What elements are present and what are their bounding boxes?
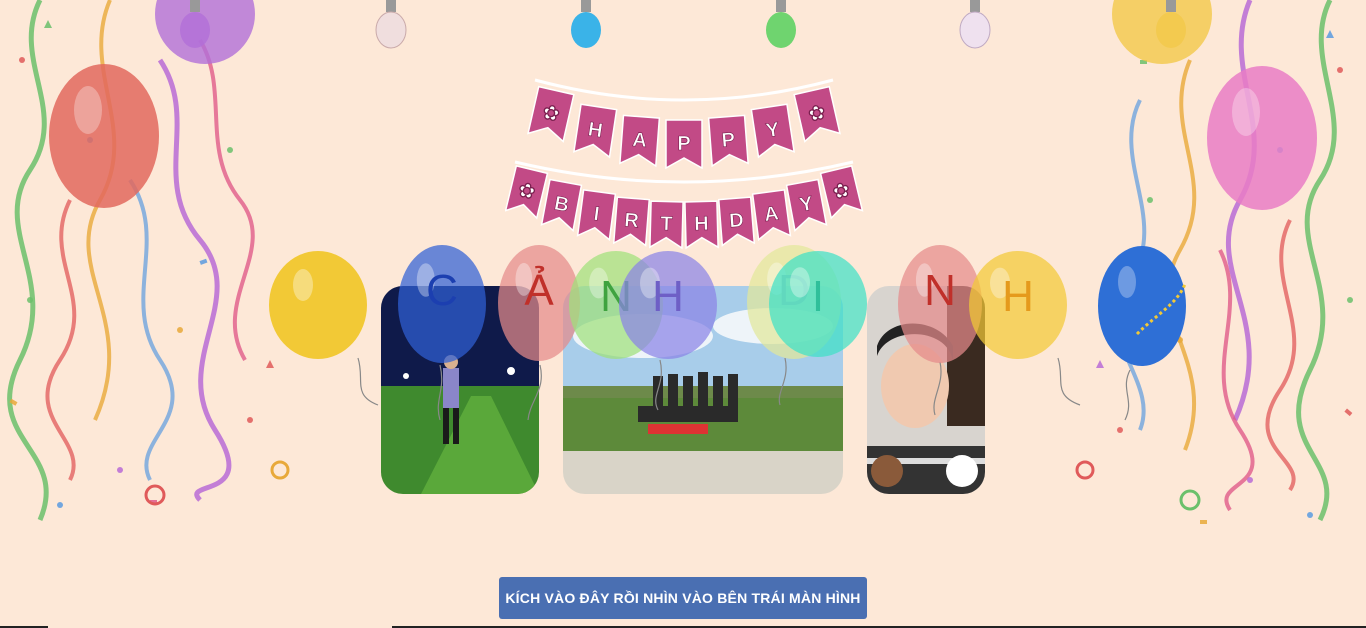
letter-balloon: H bbox=[968, 250, 1068, 360]
cta-button[interactable]: KÍCH VÀO ĐÂY RỒI NHÌN VÀO BÊN TRÁI MÀN H… bbox=[499, 577, 867, 619]
balloon-letter: I bbox=[811, 272, 825, 321]
blue-globe-balloon-icon bbox=[1097, 244, 1187, 368]
letter-balloon: H bbox=[618, 250, 718, 360]
letter-balloon: I bbox=[768, 250, 868, 358]
balloon-letter: H bbox=[652, 272, 684, 321]
balloon-letter: H bbox=[1002, 272, 1034, 321]
balloon-letter: C bbox=[426, 266, 458, 315]
letter-balloon: C bbox=[397, 244, 487, 364]
yellow-balloon-icon bbox=[268, 250, 368, 360]
